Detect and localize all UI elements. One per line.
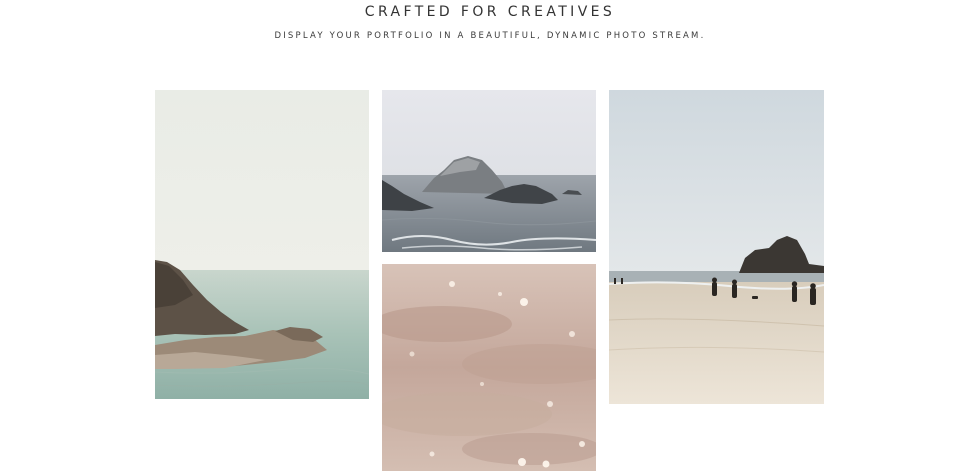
page-subtitle: DISPLAY YOUR PORTFOLIO IN A BEAUTIFUL, D… [274, 31, 706, 41]
gallery-photo-beach-walkers[interactable] [609, 90, 824, 404]
gallery-photo-sparkling-sand[interactable] [382, 264, 596, 471]
gallery-photo-coastal-rocks[interactable] [155, 90, 369, 399]
page-title: CRAFTED FOR CREATIVES [364, 4, 616, 20]
gallery-photo-sea-stacks[interactable] [382, 90, 596, 252]
